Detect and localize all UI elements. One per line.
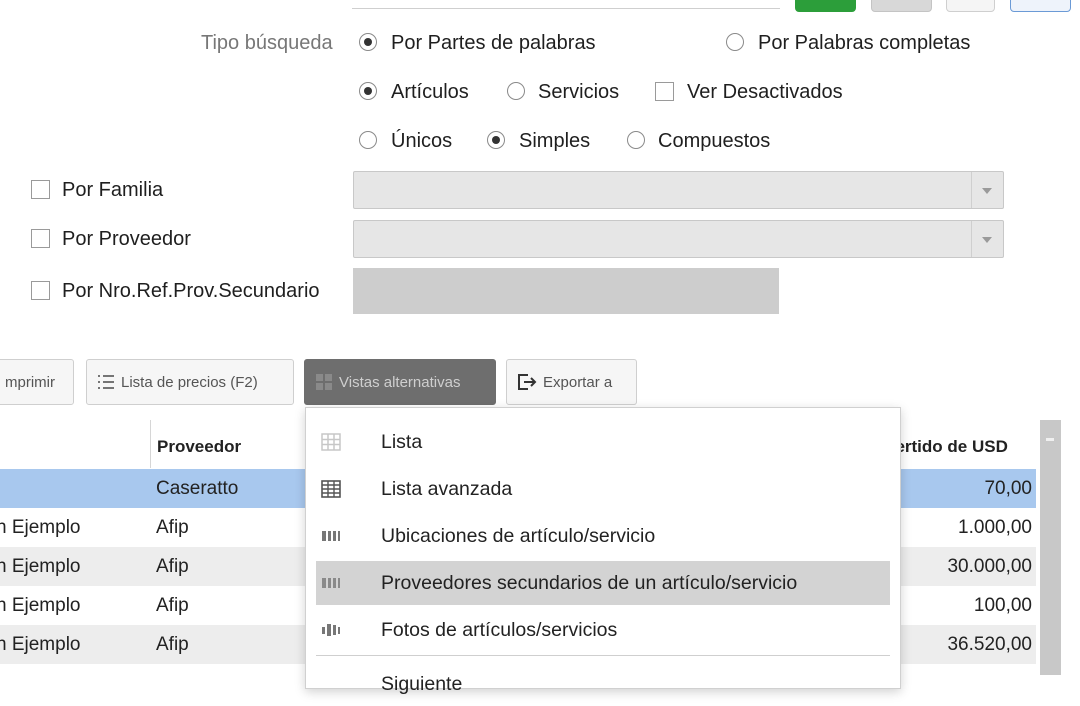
location-icon [322, 531, 340, 541]
cell-valor: 36.520,00 [947, 634, 1032, 655]
cell-valor: 30.000,00 [947, 556, 1032, 577]
por-nro-ref-checkbox[interactable] [31, 281, 50, 300]
radio-articulos[interactable] [359, 82, 377, 100]
suppliers-icon [322, 578, 340, 588]
imprimir-button[interactable]: mprimir [0, 359, 74, 405]
articulos-label: Artículos [391, 81, 469, 103]
menu-item-ubicaciones[interactable]: Ubicaciones de artículo/servicio [316, 514, 890, 558]
por-proveedor-label: Por Proveedor [62, 228, 191, 250]
compuestos-label: Compuestos [658, 130, 771, 152]
menu-item-siguiente[interactable]: Siguiente [316, 662, 890, 706]
cell-proveedor: Afip [156, 595, 189, 616]
export-icon [518, 374, 537, 390]
header-divider [150, 420, 151, 468]
views-icon [316, 374, 332, 390]
cell-proveedor: Caseratto [156, 478, 239, 499]
options-button[interactable] [1010, 0, 1071, 12]
chevron-down-icon [982, 188, 992, 194]
cell-proveedor: Afip [156, 556, 189, 577]
confirm-button[interactable] [795, 0, 856, 12]
cell-valor: 1.000,00 [958, 517, 1032, 538]
proveedor-select[interactable] [353, 220, 1004, 258]
lista-precios-button[interactable]: Lista de precios (F2) [86, 359, 294, 405]
servicios-label: Servicios [538, 81, 620, 103]
radio-servicios[interactable] [507, 82, 525, 100]
por-nro-ref-label: Por Nro.Ref.Prov.Secundario [62, 280, 320, 302]
menu-item-proveedores-secundarios[interactable]: Proveedores secundarios de un artículo/s… [316, 561, 890, 605]
menu-item-label: Fotos de artículos/servicios [381, 619, 618, 641]
menu-item-fotos[interactable]: Fotos de artículos/servicios [316, 608, 890, 652]
chevron-down-icon [982, 237, 992, 243]
header-convertido-usd[interactable]: vertido de USD [886, 437, 1008, 457]
advanced-grid-icon [321, 480, 341, 498]
radio-simples[interactable] [487, 131, 505, 149]
cell-descripcion: n Ejemplo [0, 634, 81, 655]
cell-descripcion: n Ejemplo [0, 517, 81, 538]
partes-palabras-label: Por Partes de palabras [391, 32, 596, 54]
radio-palabras-completas[interactable] [726, 33, 744, 51]
lista-precios-label: Lista de precios (F2) [121, 373, 258, 391]
scrollbar-thumb[interactable] [1046, 438, 1054, 441]
vistas-alternativas-label: Vistas alternativas [339, 373, 461, 391]
unicos-label: Únicos [391, 130, 453, 152]
exportar-label: Exportar a [543, 373, 613, 391]
menu-item-label: Lista avanzada [381, 478, 513, 500]
por-familia-label: Por Familia [62, 179, 164, 201]
cell-proveedor: Afip [156, 517, 189, 538]
photos-icon [322, 624, 340, 636]
table-scrollbar[interactable] [1040, 420, 1061, 675]
ver-desactivados-checkbox[interactable] [655, 82, 674, 101]
tertiary-button[interactable] [946, 0, 995, 12]
tipo-busqueda-label: Tipo búsqueda [201, 32, 333, 54]
vistas-alternativas-menu: Lista Lista avanzada Ubicaciones de artí… [305, 407, 901, 695]
imprimir-label: mprimir [5, 373, 55, 391]
list-icon [98, 375, 114, 389]
ver-desactivados-label: Ver Desactivados [687, 81, 843, 103]
cell-proveedor: Afip [156, 634, 189, 655]
menu-divider [316, 655, 890, 656]
simples-label: Simples [519, 130, 591, 152]
cell-descripcion: n Ejemplo [0, 595, 81, 616]
menu-item-label: Siguiente [381, 673, 463, 695]
exportar-button[interactable]: Exportar a [506, 359, 637, 405]
menu-item-label: Ubicaciones de artículo/servicio [381, 525, 656, 547]
grid-icon [321, 433, 341, 451]
palabras-completas-label: Por Palabras completas [758, 32, 971, 54]
vistas-alternativas-button[interactable]: Vistas alternativas [304, 359, 496, 405]
menu-item-lista-avanzada[interactable]: Lista avanzada [316, 467, 890, 511]
cell-descripcion: n Ejemplo [0, 556, 81, 577]
radio-compuestos[interactable] [627, 131, 645, 149]
menu-item-label: Proveedores secundarios de un artículo/s… [381, 572, 798, 594]
search-input-underline [352, 8, 780, 9]
nro-ref-input[interactable] [353, 268, 779, 314]
menu-item-label: Lista [381, 431, 423, 453]
por-proveedor-checkbox[interactable] [31, 229, 50, 248]
familia-select-toggle[interactable] [971, 172, 1003, 208]
menu-item-lista[interactable]: Lista [316, 420, 890, 464]
proveedor-select-toggle[interactable] [971, 221, 1003, 257]
radio-partes-palabras[interactable] [359, 33, 377, 51]
por-familia-checkbox[interactable] [31, 180, 50, 199]
familia-select[interactable] [353, 171, 1004, 209]
cell-valor: 70,00 [984, 478, 1032, 499]
header-proveedor[interactable]: Proveedor [157, 437, 241, 457]
secondary-button[interactable] [871, 0, 932, 12]
cell-valor: 100,00 [973, 595, 1032, 616]
radio-unicos[interactable] [359, 131, 377, 149]
